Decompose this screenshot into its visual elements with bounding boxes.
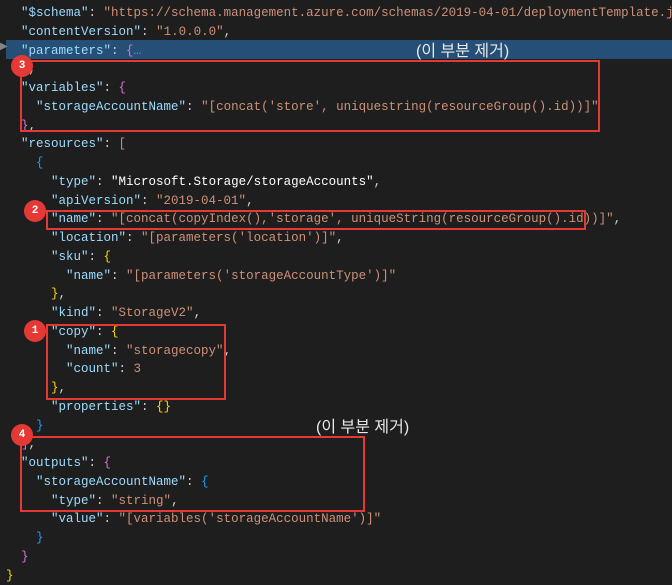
- code-line: }: [6, 548, 672, 567]
- code-line: "name": "[parameters('storageAccountType…: [6, 267, 672, 286]
- code-line: "storageAccountName": {: [6, 473, 672, 492]
- code-line: "value": "[variables('storageAccountName…: [6, 510, 672, 529]
- code-line: "variables": {: [6, 79, 672, 98]
- code-line: "sku": {: [6, 248, 672, 267]
- fold-arrow-icon[interactable]: ▶: [0, 40, 8, 55]
- code-line: "type": "Microsoft.Storage/storageAccoun…: [6, 173, 672, 192]
- code-line: "apiVersion": "2019-04-01",: [6, 192, 672, 211]
- code-line: "name": "storagecopy",: [6, 342, 672, 361]
- code-line: "type": "string",: [6, 492, 672, 511]
- code-line: "parameters": {…: [6, 42, 672, 61]
- code-line: },: [6, 285, 672, 304]
- code-line: }: [6, 529, 672, 548]
- code-line: "$schema": "https://schema.management.az…: [6, 4, 672, 23]
- callout-2: 2: [24, 200, 46, 222]
- code-line: },: [6, 379, 672, 398]
- callout-4: 4: [11, 424, 33, 446]
- code-line: },: [6, 117, 672, 136]
- code-line: },: [6, 60, 672, 79]
- code-line: "properties": {}: [6, 398, 672, 417]
- code-line: "storageAccountName": "[concat('store', …: [6, 98, 672, 117]
- code-line: "resources": [: [6, 135, 672, 154]
- code-line: "outputs": {: [6, 454, 672, 473]
- callout-1: 1: [24, 320, 46, 342]
- code-line: "copy": {: [6, 323, 672, 342]
- code-line: }: [6, 417, 672, 436]
- code-editor[interactable]: ▶ "$schema": "https://schema.management.…: [6, 4, 672, 585]
- code-line: "name": "[concat(copyIndex(),'storage', …: [6, 210, 672, 229]
- callout-3: 3: [11, 55, 33, 77]
- code-line: }: [6, 567, 672, 585]
- code-line: "count": 3: [6, 360, 672, 379]
- code-line: "kind": "StorageV2",: [6, 304, 672, 323]
- code-line: "location": "[parameters('location')]",: [6, 229, 672, 248]
- code-line: ],: [6, 435, 672, 454]
- code-line: {: [6, 154, 672, 173]
- code-line: "contentVersion": "1.0.0.0",: [6, 23, 672, 42]
